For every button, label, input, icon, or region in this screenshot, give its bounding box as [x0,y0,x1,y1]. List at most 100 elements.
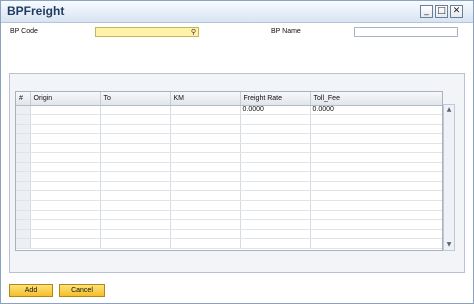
cell-number[interactable] [16,210,31,221]
cell-toll-fee[interactable] [310,162,442,173]
column-header-toll-fee[interactable]: Toll_Fee [310,92,442,106]
cell-freight-rate[interactable]: 0.0000 [240,105,311,116]
cell-origin[interactable] [30,143,101,154]
cell-origin[interactable] [30,152,101,163]
cell-to[interactable] [100,143,171,154]
table-row[interactable] [16,181,442,192]
bp-code-field[interactable]: ⚲ [95,27,199,37]
close-button[interactable]: ✕ [450,5,463,18]
freight-grid[interactable]: # Origin To KM Freight Rate Toll_Fee 0.0… [15,91,443,251]
cell-km[interactable] [170,238,241,249]
table-row[interactable]: 0.0000 0.0000 [16,105,442,116]
cell-origin[interactable] [30,190,101,201]
cell-number[interactable] [16,162,31,173]
cell-km[interactable] [170,143,241,154]
cell-to[interactable] [100,200,171,211]
cell-km[interactable] [170,171,241,182]
cell-toll-fee[interactable] [310,219,442,230]
cell-number[interactable] [16,152,31,163]
bp-code-input[interactable] [96,28,198,36]
cell-freight-rate[interactable] [240,162,311,173]
cell-to[interactable] [100,162,171,173]
cell-origin[interactable] [30,238,101,249]
cell-to[interactable] [100,171,171,182]
cell-number[interactable] [16,219,31,230]
cell-freight-rate[interactable] [240,133,311,144]
scroll-down-icon[interactable]: ▼ [444,240,454,250]
title-bar[interactable]: BPFreight _ □ ✕ [1,1,473,23]
cell-freight-rate[interactable] [240,200,311,211]
cell-km[interactable] [170,133,241,144]
cell-freight-rate[interactable] [240,219,311,230]
column-header-km[interactable]: KM [170,92,241,106]
cell-number[interactable] [16,200,31,211]
cell-origin[interactable] [30,162,101,173]
cell-freight-rate[interactable] [240,152,311,163]
column-header-to[interactable]: To [100,92,171,106]
table-row[interactable] [16,190,442,201]
cell-to[interactable] [100,238,171,249]
cell-origin[interactable] [30,229,101,240]
cell-km[interactable] [170,190,241,201]
scroll-up-icon[interactable]: ▲ [444,105,454,115]
cell-km[interactable] [170,162,241,173]
cell-km[interactable] [170,114,241,125]
cell-toll-fee[interactable]: 0.0000 [310,105,442,116]
column-header-number[interactable]: # [16,92,31,106]
cell-number[interactable] [16,143,31,154]
cell-to[interactable] [100,181,171,192]
table-row[interactable] [16,162,442,173]
cell-toll-fee[interactable] [310,143,442,154]
cell-to[interactable] [100,152,171,163]
table-row[interactable] [16,124,442,135]
cell-toll-fee[interactable] [310,124,442,135]
table-row[interactable] [16,238,442,249]
column-header-freight-rate[interactable]: Freight Rate [240,92,311,106]
table-row[interactable] [16,229,442,240]
cell-number[interactable] [16,229,31,240]
cell-toll-fee[interactable] [310,210,442,221]
cell-origin[interactable] [30,114,101,125]
cell-number[interactable] [16,181,31,192]
cell-to[interactable] [100,114,171,125]
table-row[interactable] [16,114,442,125]
cell-km[interactable] [170,200,241,211]
bp-name-field[interactable] [354,27,458,37]
cell-to[interactable] [100,190,171,201]
cell-freight-rate[interactable] [240,229,311,240]
cell-to[interactable] [100,105,171,116]
cell-origin[interactable] [30,200,101,211]
cell-km[interactable] [170,210,241,221]
cell-freight-rate[interactable] [240,181,311,192]
minimize-button[interactable]: _ [420,5,433,18]
cell-freight-rate[interactable] [240,238,311,249]
table-row[interactable] [16,143,442,154]
cancel-button[interactable]: Cancel [59,284,105,297]
cell-origin[interactable] [30,124,101,135]
add-button[interactable]: Add [9,284,53,297]
cell-km[interactable] [170,229,241,240]
cell-number[interactable] [16,133,31,144]
cell-toll-fee[interactable] [310,200,442,211]
cell-to[interactable] [100,229,171,240]
bp-name-input[interactable] [355,28,457,36]
cell-origin[interactable] [30,219,101,230]
maximize-button[interactable]: □ [435,5,448,18]
column-header-origin[interactable]: Origin [30,92,101,106]
table-row[interactable] [16,171,442,182]
cell-km[interactable] [170,105,241,116]
search-icon[interactable]: ⚲ [189,27,198,37]
cell-to[interactable] [100,133,171,144]
cell-number[interactable] [16,238,31,249]
cell-freight-rate[interactable] [240,171,311,182]
table-row[interactable] [16,133,442,144]
cell-freight-rate[interactable] [240,210,311,221]
cell-freight-rate[interactable] [240,124,311,135]
cell-toll-fee[interactable] [310,133,442,144]
cell-number[interactable] [16,190,31,201]
cell-km[interactable] [170,124,241,135]
cell-number[interactable] [16,105,31,116]
cell-km[interactable] [170,181,241,192]
cell-km[interactable] [170,219,241,230]
cell-origin[interactable] [30,181,101,192]
